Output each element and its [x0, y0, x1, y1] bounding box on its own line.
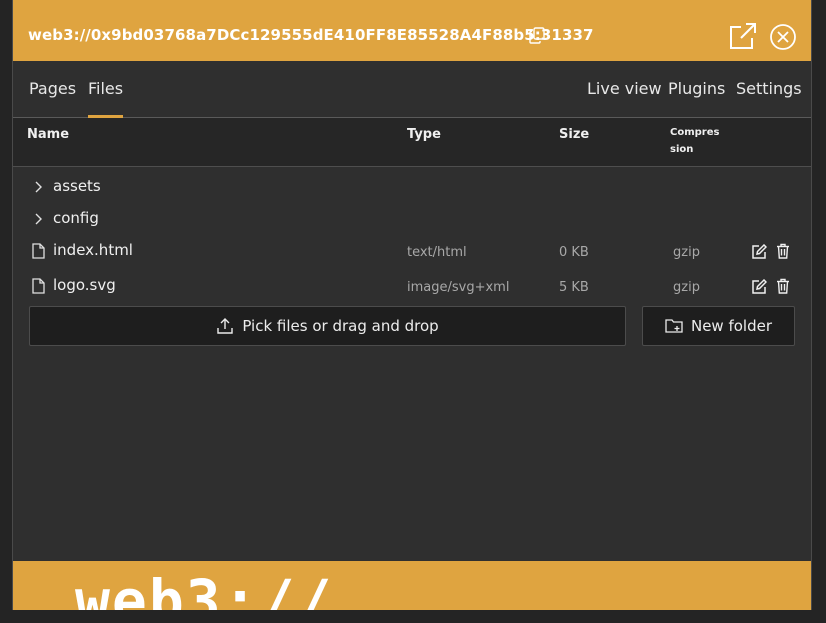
folder-row[interactable]: assets: [13, 173, 811, 205]
column-header-type[interactable]: Type: [407, 127, 441, 142]
copy-icon[interactable]: [529, 27, 545, 44]
upload-files-label: Pick files or drag and drop: [242, 317, 439, 335]
tab-settings[interactable]: Settings: [736, 79, 802, 98]
new-folder-label: New folder: [690, 317, 773, 335]
tab-files[interactable]: Files: [88, 79, 124, 118]
file-type: text/html: [407, 245, 467, 260]
column-header-compression[interactable]: Compres sion: [670, 124, 719, 158]
file-type: image/svg+xml: [407, 280, 510, 295]
chevron-right-icon[interactable]: [31, 211, 45, 227]
column-header-compression-line1: Compres: [670, 127, 720, 138]
column-header-size[interactable]: Size: [559, 127, 589, 142]
folder-name[interactable]: config: [53, 209, 99, 227]
tab-plugins[interactable]: Plugins: [668, 79, 725, 98]
table-header: Name Type Size Compres sion: [13, 118, 811, 167]
file-size: 0 KB: [559, 245, 589, 260]
web3-logo: web3://: [75, 567, 334, 610]
file-row[interactable]: logo.svg image/svg+xml 5 KB gzip: [13, 272, 811, 304]
file-size: 5 KB: [559, 280, 589, 295]
close-circle-icon[interactable]: [769, 23, 797, 51]
file-name[interactable]: logo.svg: [53, 276, 116, 294]
external-link-icon[interactable]: [729, 22, 757, 50]
trash-icon[interactable]: [776, 243, 790, 259]
file-name[interactable]: index.html: [53, 241, 133, 259]
file-compression: gzip: [673, 245, 700, 260]
edit-icon[interactable]: [751, 279, 767, 295]
edit-icon[interactable]: [751, 244, 767, 260]
folder-row[interactable]: config: [13, 205, 811, 237]
title-bar: web3://0x9bd03768a7DCc129555dE410FF8E855…: [13, 0, 811, 61]
file-row[interactable]: index.html text/html 0 KB gzip: [13, 237, 811, 269]
upload-files-button[interactable]: Pick files or drag and drop: [29, 306, 626, 346]
column-header-name[interactable]: Name: [27, 127, 69, 142]
trash-icon[interactable]: [776, 278, 790, 294]
folder-name[interactable]: assets: [53, 177, 101, 195]
web3-address[interactable]: web3://0x9bd03768a7DCc129555dE410FF8E855…: [28, 26, 594, 44]
file-icon: [32, 243, 45, 259]
new-folder-button[interactable]: New folder: [642, 306, 795, 346]
chevron-right-icon[interactable]: [31, 179, 45, 195]
footer-banner: web3://: [13, 561, 811, 610]
file-icon: [32, 278, 45, 294]
tab-pages[interactable]: Pages: [29, 79, 76, 98]
tab-bar: Pages Files Live view Plugins Settings: [13, 61, 811, 118]
upload-icon: [217, 318, 234, 334]
column-header-compression-line2: sion: [670, 144, 694, 155]
tab-live-view[interactable]: Live view: [587, 79, 662, 98]
file-compression: gzip: [673, 280, 700, 295]
folder-plus-icon: [665, 319, 683, 333]
file-manager-window: web3://0x9bd03768a7DCc129555dE410FF8E855…: [12, 0, 812, 610]
